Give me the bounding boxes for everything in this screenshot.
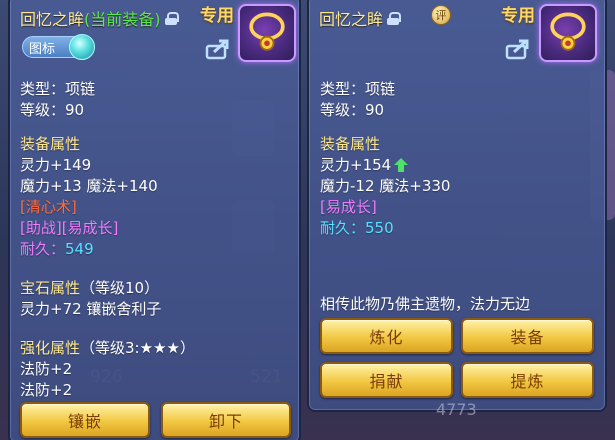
attr-lingli: 灵力+154 (320, 156, 392, 174)
unequip-button[interactable]: 卸下 (161, 402, 291, 438)
necklace-icon (238, 4, 296, 62)
item-description: 相传此物乃佛主遗物，法力无边 (320, 295, 531, 313)
equip-button[interactable]: 装备 (461, 318, 594, 354)
item-type: 类型：项链 (320, 80, 396, 98)
enhance-section: 强化属性（等级3:★★★） (20, 337, 195, 358)
attr-lingli-row: 灵力+154 (320, 154, 409, 175)
attr-mofa: 魔力-12 魔法+330 (320, 177, 451, 195)
item-type: 类型：项链 (20, 80, 96, 98)
enhance-level: （等级3:★★★） (80, 339, 195, 357)
orb-icon (69, 34, 95, 60)
enhance-attr-1: 法防+2 (20, 360, 73, 378)
donate-button[interactable]: 捐献 (320, 362, 453, 398)
equipped-item-tooltip: 回忆之眸 (当前装备) 专用 图标 类型：项链 等级：90 装备属性 灵力+14… (8, 0, 301, 440)
refine-button[interactable]: 炼化 (320, 318, 453, 354)
durability-label: 耐久： (320, 219, 366, 237)
effect-tags: [助战][易成长] (20, 219, 119, 237)
extract-button[interactable]: 提炼 (461, 362, 594, 398)
lock-icon[interactable] (164, 11, 179, 25)
item-title: 回忆之眸 (319, 6, 402, 30)
equip-attr-title: 装备属性 (320, 135, 381, 153)
arrow-up-icon (394, 158, 409, 172)
equip-attr-title: 装备属性 (20, 135, 81, 153)
necklace-icon (539, 4, 597, 62)
exclusive-label: 专用 (501, 6, 535, 26)
effect-special: [清心术] (20, 198, 77, 216)
gem-attr: 灵力+72 镶嵌舍利子 (20, 300, 162, 318)
background-bottom-number: 4773 (436, 400, 477, 419)
durability-value: 549 (65, 240, 94, 258)
item-name: 回忆之眸 (319, 10, 384, 29)
equipped-tag: (当前装备) (84, 10, 161, 29)
effect-tags: [易成长] (320, 198, 377, 216)
enhance-attr-2: 法防+2 (20, 381, 73, 399)
item-name: 回忆之眸 (20, 10, 85, 29)
attr-mofa: 魔力+13 魔法+140 (20, 177, 158, 195)
item-title: 回忆之眸 (当前装备) (20, 6, 179, 30)
icon-toggle-label: 图标 (29, 41, 56, 57)
exclusive-label: 专用 (200, 6, 234, 26)
share-icon[interactable] (205, 38, 231, 60)
gem-section: 宝石属性（等级10） (20, 277, 159, 298)
item-level: 等级：90 (320, 101, 385, 119)
share-icon[interactable] (505, 38, 531, 60)
lock-icon[interactable] (387, 11, 402, 25)
item-level: 等级：90 (20, 101, 85, 119)
durability: 耐久：550 (320, 217, 394, 238)
durability-value: 550 (365, 219, 394, 237)
icon-toggle[interactable]: 图标 (22, 34, 95, 60)
rating-icon[interactable]: 评 (431, 5, 451, 25)
gem-title: 宝石属性 (20, 279, 81, 297)
enhance-title: 强化属性 (20, 339, 81, 357)
inlay-button[interactable]: 镶嵌 (20, 402, 150, 438)
compare-item-tooltip: 回忆之眸 评 专用 类型：项链 等级：90 装备属性 灵力+154 魔力-12 … (307, 0, 607, 412)
durability-label: 耐久： (20, 240, 66, 258)
gem-level: （等级10） (80, 279, 160, 297)
durability: 耐久：549 (20, 238, 94, 259)
attr-lingli: 灵力+149 (20, 156, 92, 174)
